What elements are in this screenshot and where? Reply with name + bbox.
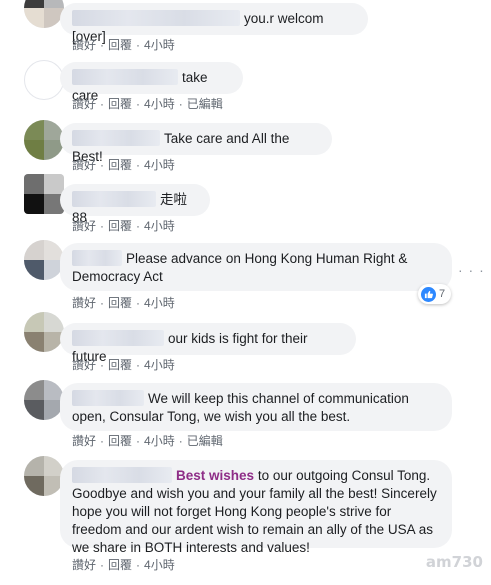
reply-button[interactable]: 回覆 <box>108 38 132 52</box>
comment-bubble: Please advance on Hong Kong Human Right … <box>60 243 452 291</box>
more-options-icon[interactable]: · · · <box>458 262 485 278</box>
reply-button[interactable]: 回覆 <box>108 358 132 372</box>
reply-button[interactable]: 回覆 <box>108 158 132 172</box>
like-button[interactable]: 讚好 <box>72 296 96 310</box>
comment-timestamp[interactable]: 4小時 <box>144 219 175 233</box>
reply-button[interactable]: 回覆 <box>108 97 132 111</box>
reaction-count-text: 7 <box>439 288 446 300</box>
commenter-name[interactable] <box>72 250 122 266</box>
commenter-name[interactable] <box>72 191 156 207</box>
commenter-name-blur <box>72 467 172 483</box>
like-button[interactable]: 讚好 <box>72 158 96 172</box>
like-icon <box>421 286 436 302</box>
commenter-name[interactable]: Best wishes <box>176 468 254 483</box>
commenter-name[interactable] <box>72 130 160 146</box>
avatar[interactable] <box>24 456 64 496</box>
reply-button[interactable]: 回覆 <box>108 219 132 233</box>
avatar[interactable] <box>24 0 64 28</box>
commenter-name[interactable] <box>72 69 178 85</box>
like-button[interactable]: 讚好 <box>72 219 96 233</box>
reply-button[interactable]: 回覆 <box>108 434 132 448</box>
comment-timestamp[interactable]: 4小時 <box>144 97 175 111</box>
commenter-name[interactable] <box>72 10 240 26</box>
comment-timestamp[interactable]: 4小時 <box>144 38 175 52</box>
comment-bubble: take care <box>60 62 243 103</box>
like-button[interactable]: 讚好 <box>72 558 96 572</box>
comment-timestamp[interactable]: 4小時 <box>144 358 175 372</box>
avatar[interactable] <box>24 312 64 352</box>
comment-bubble: 走啦88 <box>60 184 210 225</box>
like-button[interactable]: 讚好 <box>72 38 96 52</box>
reaction-count[interactable]: 7 <box>418 284 452 304</box>
avatar[interactable] <box>24 174 64 214</box>
like-button[interactable]: 讚好 <box>72 358 96 372</box>
comment-bubble: our kids is fight for their future <box>60 323 356 364</box>
comment-text: Please advance on Hong Kong Human Right … <box>72 251 408 284</box>
comment-timestamp[interactable]: 4小時 <box>144 558 175 572</box>
like-button[interactable]: 讚好 <box>72 97 96 111</box>
reply-button[interactable]: 回覆 <box>108 296 132 310</box>
comment-timestamp[interactable]: 4小時 <box>144 158 175 172</box>
commenter-name[interactable] <box>72 330 164 346</box>
like-button[interactable]: 讚好 <box>72 434 96 448</box>
comment-timestamp[interactable]: 4小時 <box>144 296 175 310</box>
comment-bubble: We will keep this channel of communicati… <box>60 383 452 431</box>
reply-button[interactable]: 回覆 <box>108 558 132 572</box>
avatar[interactable] <box>24 380 64 420</box>
commenter-name[interactable] <box>72 390 144 406</box>
comment-bubble: you.r welcom [over] <box>60 3 368 44</box>
edited-label[interactable]: 已編輯 <box>187 434 223 448</box>
comment-bubble: Take care and All the Best! <box>60 123 332 164</box>
watermark-logo: am730 <box>425 553 483 571</box>
avatar[interactable] <box>24 60 64 100</box>
avatar[interactable] <box>24 120 64 160</box>
comment-bubble: Best wishes to our outgoing Consul Tong.… <box>60 460 452 555</box>
avatar[interactable] <box>24 240 64 280</box>
edited-label[interactable]: 已編輯 <box>187 97 223 111</box>
comment-timestamp[interactable]: 4小時 <box>144 434 175 448</box>
